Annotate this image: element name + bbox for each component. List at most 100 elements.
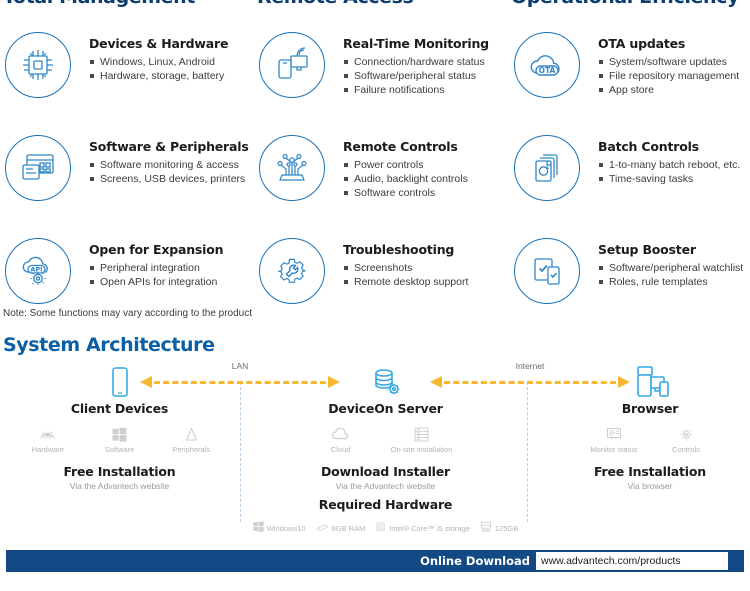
feature-title: Devices & Hardware (89, 36, 229, 51)
tablet-icon (12, 364, 227, 398)
database-gear-icon (258, 364, 513, 398)
checklist-devices-icon (514, 238, 580, 304)
feature-bullet: Connection/hardware status (343, 55, 489, 69)
feature-title: Real-Time Monitoring (343, 36, 489, 51)
feature-card-batch-controls: Batch Controls 1-to-many batch reboot, e… (510, 129, 750, 201)
feature-card-remote-controls: Remote Controls Power controls Audio, ba… (255, 129, 510, 201)
batch-documents-icon (514, 135, 580, 201)
arch-requirements-title: Required Hardware (318, 497, 453, 512)
peripherals-icon (155, 425, 227, 443)
gear-wrench-icon (259, 238, 325, 304)
product-variance-note: Note: Some functions may vary according … (3, 308, 253, 319)
arch-subicon-caption: Monitor status (590, 445, 638, 454)
feature-title: Batch Controls (598, 139, 699, 154)
feature-card-devices-hardware: Devices & Hardware Windows, Linux, Andro… (0, 26, 255, 98)
feature-title: OTA updates (598, 36, 686, 51)
feature-title: Setup Booster (598, 242, 696, 257)
arch-subicon-software: Software (84, 425, 156, 454)
system-architecture-title: System Architecture (3, 334, 215, 356)
arch-node-name: Browser (621, 401, 679, 416)
arch-subicons: Cloud On-site installation (258, 425, 513, 454)
column-header-remote-access: Remote Access (257, 0, 511, 8)
feature-card-troubleshooting: Troubleshooting Screenshots Remote deskt… (255, 232, 510, 304)
arch-subicon-caption: On-site installation (390, 445, 453, 454)
feature-row: Devices & Hardware Windows, Linux, Andro… (0, 26, 750, 98)
arch-subicon-caption: Cloud (330, 445, 351, 454)
feature-row: Software & Peripherals Software monitori… (0, 129, 750, 201)
arch-subicon-caption: Software (104, 445, 135, 454)
diagram-divider-right (527, 382, 528, 522)
arch-subicon-caption: Hardware (31, 445, 65, 454)
arch-node-client-devices: Client Devices Hardware Software Periphe… (12, 364, 227, 491)
feature-card-real-time-monitoring: Real-Time Monitoring Connection/hardware… (255, 26, 510, 98)
feature-text: Devices & Hardware Windows, Linux, Andro… (71, 26, 228, 83)
arch-subicons: Hardware Software Peripherals (12, 425, 227, 454)
feature-text: Remote Controls Power controls Audio, ba… (325, 129, 468, 200)
api-cloud-gear-icon: API (5, 238, 71, 304)
windows-icon (253, 519, 264, 537)
arch-subicon-onsite-installation: On-site installation (377, 425, 467, 454)
feature-bullet: 1-to-many batch reboot, etc. (598, 158, 740, 172)
server-rack-icon (377, 425, 467, 443)
arch-subicon-monitor-status: Monitor status (578, 425, 650, 454)
cpu-icon (375, 519, 386, 537)
windows-icon (84, 425, 156, 443)
feature-bullets: System/software updates File repository … (598, 55, 739, 97)
feature-card-setup-booster: Setup Booster Software/peripheral watchl… (510, 232, 750, 304)
arch-headline: Download Installer (320, 464, 451, 479)
arch-subicon-hardware: Hardware (12, 425, 84, 454)
arch-node-browser: Browser Monitor status Controls Free Ins… (560, 364, 740, 491)
arch-subicon-cloud: Cloud (305, 425, 377, 454)
online-download-url[interactable]: www.advantech.com/products (536, 552, 728, 570)
arch-subline: Via the Advantech website (69, 481, 170, 491)
arch-node-deviceon-server: DeviceOn Server Cloud On-site installati… (253, 364, 518, 537)
feature-title: Software & Peripherals (89, 139, 249, 154)
requirement-caption: 125GB (494, 523, 519, 533)
cloud-icon (305, 425, 377, 443)
multi-devices-icon (560, 364, 740, 398)
requirement-cpu: Intel® Core™ i5 storage (375, 519, 470, 537)
arch-node-name: Client Devices (70, 401, 169, 416)
arch-subicon-caption: Peripherals (172, 445, 211, 454)
feature-bullet: Software/peripheral status (343, 69, 489, 83)
feature-bullet: Screens, USB devices, printers (89, 172, 249, 186)
online-download-label: Online Download (420, 554, 530, 568)
requirement-windows10: Windows10 (253, 519, 306, 537)
online-download-bar: Online Download www.advantech.com/produc… (6, 550, 744, 572)
arch-subicon-controls: Controls (650, 425, 722, 454)
circuit-control-icon (259, 135, 325, 201)
cloud-ota-icon: OTA (514, 32, 580, 98)
monitor-status-icon (578, 425, 650, 443)
arch-subicon-peripherals: Peripherals (155, 425, 227, 454)
feature-text: OTA updates System/software updates File… (580, 26, 739, 97)
feature-bullet: Windows, Linux, Android (89, 55, 228, 69)
feature-bullets: Peripheral integration Open APIs for int… (89, 261, 223, 289)
feature-text: Troubleshooting Screenshots Remote deskt… (325, 232, 468, 289)
feature-title: Remote Controls (343, 139, 458, 154)
feature-bullet: Software controls (343, 186, 468, 200)
feature-bullet: Software monitoring & access (89, 158, 249, 172)
arch-subline: Via the Advantech website (335, 481, 436, 491)
arch-node-name: DeviceOn Server (328, 401, 443, 416)
feature-row: API Open for Expansion Peripheral integr… (0, 232, 750, 304)
feature-text: Open for Expansion Peripheral integratio… (71, 232, 224, 289)
feature-bullet: Remote desktop support (343, 275, 468, 289)
feature-bullets: Windows, Linux, Android Hardware, storag… (89, 55, 228, 83)
feature-bullets: Screenshots Remote desktop support (343, 261, 468, 289)
feature-bullets: Software/peripheral watchlist Roles, rul… (598, 261, 743, 289)
feature-bullet: Audio, backlight controls (343, 172, 468, 186)
arch-subicons: Monitor status Controls (560, 425, 740, 454)
feature-bullets: Connection/hardware status Software/peri… (343, 55, 489, 97)
feature-bullets: Power controls Audio, backlight controls… (343, 158, 468, 200)
feature-text: Software & Peripherals Software monitori… (71, 129, 249, 186)
feature-bullet: Software/peripheral watchlist (598, 261, 743, 275)
feature-card-open-for-expansion: API Open for Expansion Peripheral integr… (0, 232, 255, 304)
arch-headline: Free Installation (594, 464, 706, 479)
system-architecture-diagram: LAN Internet Client Devices Hardware Sof… (0, 360, 750, 535)
requirement-ram: 8GB RAM (315, 519, 365, 537)
feature-bullet: Failure notifications (343, 83, 489, 97)
feature-grid: Devices & Hardware Windows, Linux, Andro… (0, 26, 750, 304)
feature-title: Troubleshooting (343, 242, 455, 257)
feature-card-ota-updates: OTA OTA updates System/software updates … (510, 26, 750, 98)
android-icon (12, 425, 84, 443)
